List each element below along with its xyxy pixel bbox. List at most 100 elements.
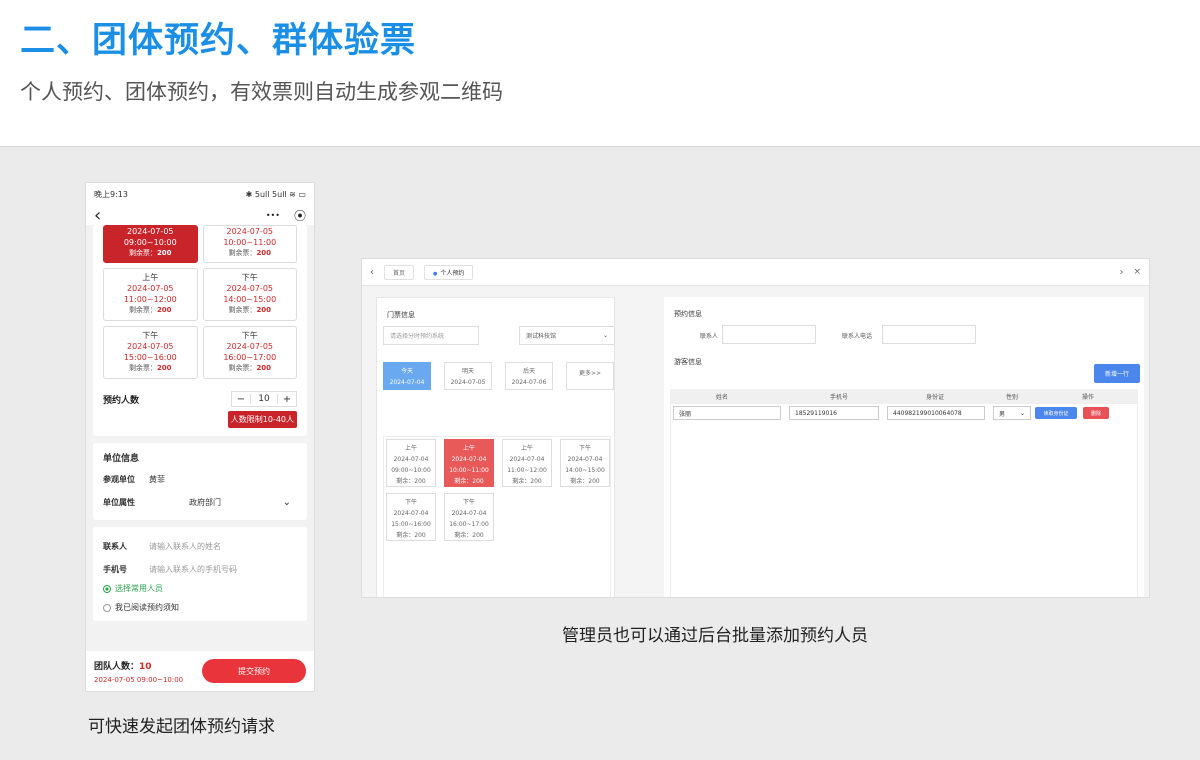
read-notice-option[interactable]: 我已阅读预约须知 — [103, 602, 297, 613]
contact-row[interactable]: 联系人 请输入联系人的姓名 — [103, 541, 297, 552]
slot-date: 2024-07-04 — [509, 456, 545, 463]
contact-card: 联系人 请输入联系人的姓名 手机号 请输入联系人的手机号码 选择常用人员 我已阅… — [93, 527, 307, 621]
phone-input[interactable]: 请输入联系人的手机号码 — [149, 564, 237, 575]
slot-period: 上午 — [142, 273, 159, 282]
slot-remain: 剩余：200 — [570, 478, 600, 485]
day-button[interactable]: 后天 2024-07-06 — [505, 362, 553, 390]
name-field[interactable]: 张丽 — [673, 406, 781, 420]
column-header: 操作 — [1082, 394, 1095, 401]
team-count: 团队人数：10 — [94, 661, 152, 672]
id-field[interactable]: 440982199010064078 — [887, 406, 985, 420]
slot-period: 上午 — [462, 445, 475, 452]
museum-select[interactable]: 测试科技馆 ⌄ — [519, 326, 615, 345]
chevron-down-icon[interactable]: ⌄ — [1020, 410, 1025, 417]
radio-checked-icon[interactable] — [103, 584, 111, 593]
admin-slot-grid: 上午 2024-07-04 09:00~10:00 剩余：200 上午 2024-07-0… — [383, 436, 611, 597]
slot-date: 2024-07-04 — [393, 456, 429, 463]
chevron-down-icon[interactable]: ⌄ — [283, 497, 291, 508]
admin-time-slot[interactable]: 上午 2024-07-04 10:00~11:00 剩余：200 — [444, 439, 494, 487]
phone-footer: 团队人数：10 2024-07-05 09:00~10:00 提交预约 — [86, 651, 314, 691]
unit-name-row[interactable]: 参观单位 黄菲 — [103, 474, 297, 485]
slot-remain: 剩余票：200 — [228, 249, 272, 257]
day-label: 后天 — [522, 368, 535, 375]
phone-label: 手机号 — [103, 565, 127, 574]
slot-date: 2024-07-04 — [393, 510, 429, 517]
slot-date: 2024-07-05 — [127, 342, 174, 351]
day-button[interactable]: 今天 2024-07-04 — [383, 362, 431, 390]
column-header: 身份证 — [926, 394, 945, 401]
target-icon[interactable]: ⦿ — [294, 207, 306, 224]
count-row: 预约人数 − 10 + — [93, 385, 307, 409]
contact-phone-input[interactable] — [882, 325, 976, 344]
slot-remain: 剩余票：200 — [128, 364, 172, 372]
time-slot[interactable]: 下午 2024-07-05 14:00~15:00 剩余票：200 — [202, 268, 297, 321]
booking-panel: 预约信息 联系人 联系人电话 游客信息 新增一行 姓名 手机号 身份证 性别 操作 张丽… — [664, 297, 1144, 597]
admin-screenshot: ‹ 首页 个人预约 › × 门票信息 请选择分时预约系统 测试科技馆⌄ 今天 20… — [361, 258, 1150, 598]
contact-input[interactable]: 请输入联系人的姓名 — [149, 541, 221, 552]
day-label: 更多>> — [578, 370, 602, 377]
back-icon[interactable]: ‹ — [94, 205, 101, 226]
gender-select[interactable]: 男 ⌄ — [993, 406, 1031, 420]
more-icon[interactable]: ••• — [266, 211, 280, 220]
close-icon[interactable]: × — [1133, 267, 1141, 277]
selected-time: 2024-07-05 09:00~10:00 — [94, 675, 184, 684]
day-date: 2024-07-04 — [389, 379, 425, 386]
contact-input[interactable] — [722, 325, 816, 344]
minus-button[interactable]: − — [232, 394, 250, 405]
unit-type-row[interactable]: 单位属性 政府部门 ⌄ — [103, 497, 297, 508]
tab-home[interactable]: 首页 — [384, 264, 415, 280]
time-slot[interactable]: 下午 2024-07-05 16:00~17:00 剩余票：200 — [202, 326, 297, 379]
day-button[interactable]: 明天 2024-07-05 — [444, 362, 492, 390]
submit-button[interactable]: 提交预约 — [202, 659, 306, 683]
admin-time-slot[interactable]: 下午 2024-07-04 14:00~15:00 剩余：200 — [560, 439, 610, 487]
plus-button[interactable]: + — [278, 394, 296, 405]
slot-time: 15:00~16:00 — [123, 353, 177, 362]
phone-field[interactable]: 18529119016 — [789, 406, 879, 420]
choose-common-option[interactable]: 选择常用人员 — [103, 583, 297, 594]
admin-time-slot[interactable]: 上午 2024-07-04 11:00~12:00 剩余：200 — [502, 439, 552, 487]
time-slot[interactable]: 2024-07-05 09:00~10:00 剩余票：200 — [103, 225, 198, 263]
unit-title: 单位信息 — [103, 454, 140, 464]
quantity-stepper[interactable]: − 10 + — [231, 391, 297, 407]
unit-name-value[interactable]: 黄菲 — [149, 474, 165, 485]
visitor-title: 游客信息 — [674, 358, 702, 366]
slot-date: 2024-07-05 — [226, 342, 274, 351]
page-title: 二、团体预约、群体验票 — [20, 21, 417, 61]
system-select[interactable]: 请选择分时预约系统 — [383, 326, 479, 345]
chevron-down-icon[interactable]: ⌄ — [603, 332, 608, 339]
unit-card: 单位信息 参观单位 黄菲 单位属性 政府部门 ⌄ — [93, 443, 307, 520]
admin-time-slot[interactable]: 下午 2024-07-04 16:00~17:00 剩余：200 — [444, 493, 494, 541]
admin-time-slot[interactable]: 上午 2024-07-04 09:00~10:00 剩余：200 — [386, 439, 436, 487]
slot-time: 15:00~16:00 — [391, 521, 431, 528]
phone-row[interactable]: 手机号 请输入联系人的手机号码 — [103, 564, 297, 575]
time-slot[interactable]: 下午 2024-07-05 15:00~16:00 剩余票：200 — [103, 326, 198, 379]
radio-unchecked-icon[interactable] — [103, 603, 111, 612]
slot-time: 16:00~17:00 — [223, 353, 277, 362]
count-value[interactable]: 10 — [250, 394, 278, 404]
column-header: 性别 — [1006, 394, 1019, 401]
unit-type-label: 单位属性 — [103, 498, 135, 507]
slot-card: 2024-07-05 09:00~10:00 剩余票：200 2024-07-05 10… — [93, 225, 307, 436]
delete-button[interactable]: 删除 — [1083, 407, 1109, 419]
visitor-table: 张丽 18529119016 440982199010064078 男 ⌄ 读取身… — [670, 403, 1138, 597]
tab-right-arrow-icon[interactable]: › — [1119, 267, 1123, 278]
slot-remain: 剩余票：200 — [128, 306, 172, 314]
choose-common-label: 选择常用人员 — [115, 584, 163, 593]
ticket-panel: 门票信息 请选择分时预约系统 测试科技馆 ⌄ 今天 2024-07-04 明天 2024… — [376, 297, 615, 597]
tab-personal-booking[interactable]: 个人预约 — [424, 264, 474, 280]
admin-time-slot[interactable]: 下午 2024-07-04 15:00~16:00 剩余：200 — [386, 493, 436, 541]
slot-remain: 剩余：200 — [396, 532, 426, 539]
day-button[interactable]: 更多>> — [566, 362, 614, 390]
read-id-button[interactable]: 读取身份证 — [1035, 407, 1077, 419]
slot-date: 2024-07-04 — [451, 510, 487, 517]
time-slot[interactable]: 上午 2024-07-05 11:00~12:00 剩余票：200 — [103, 268, 198, 321]
unit-type-value[interactable]: 政府部门 — [189, 497, 221, 508]
slot-time: 10:00~11:00 — [449, 467, 489, 474]
tab-bar: ‹ 首页 个人预约 › × — [362, 259, 1149, 286]
add-row-button[interactable]: 新增一行 — [1094, 364, 1140, 383]
contact-label: 联系人 — [103, 542, 127, 551]
slot-time: 14:00~15:00 — [223, 295, 277, 304]
time-slot[interactable]: 2024-07-05 10:00~11:00 剩余票：200 — [202, 225, 297, 263]
day-label: 今天 — [400, 368, 413, 375]
tab-left-arrow-icon[interactable]: ‹ — [370, 267, 374, 278]
